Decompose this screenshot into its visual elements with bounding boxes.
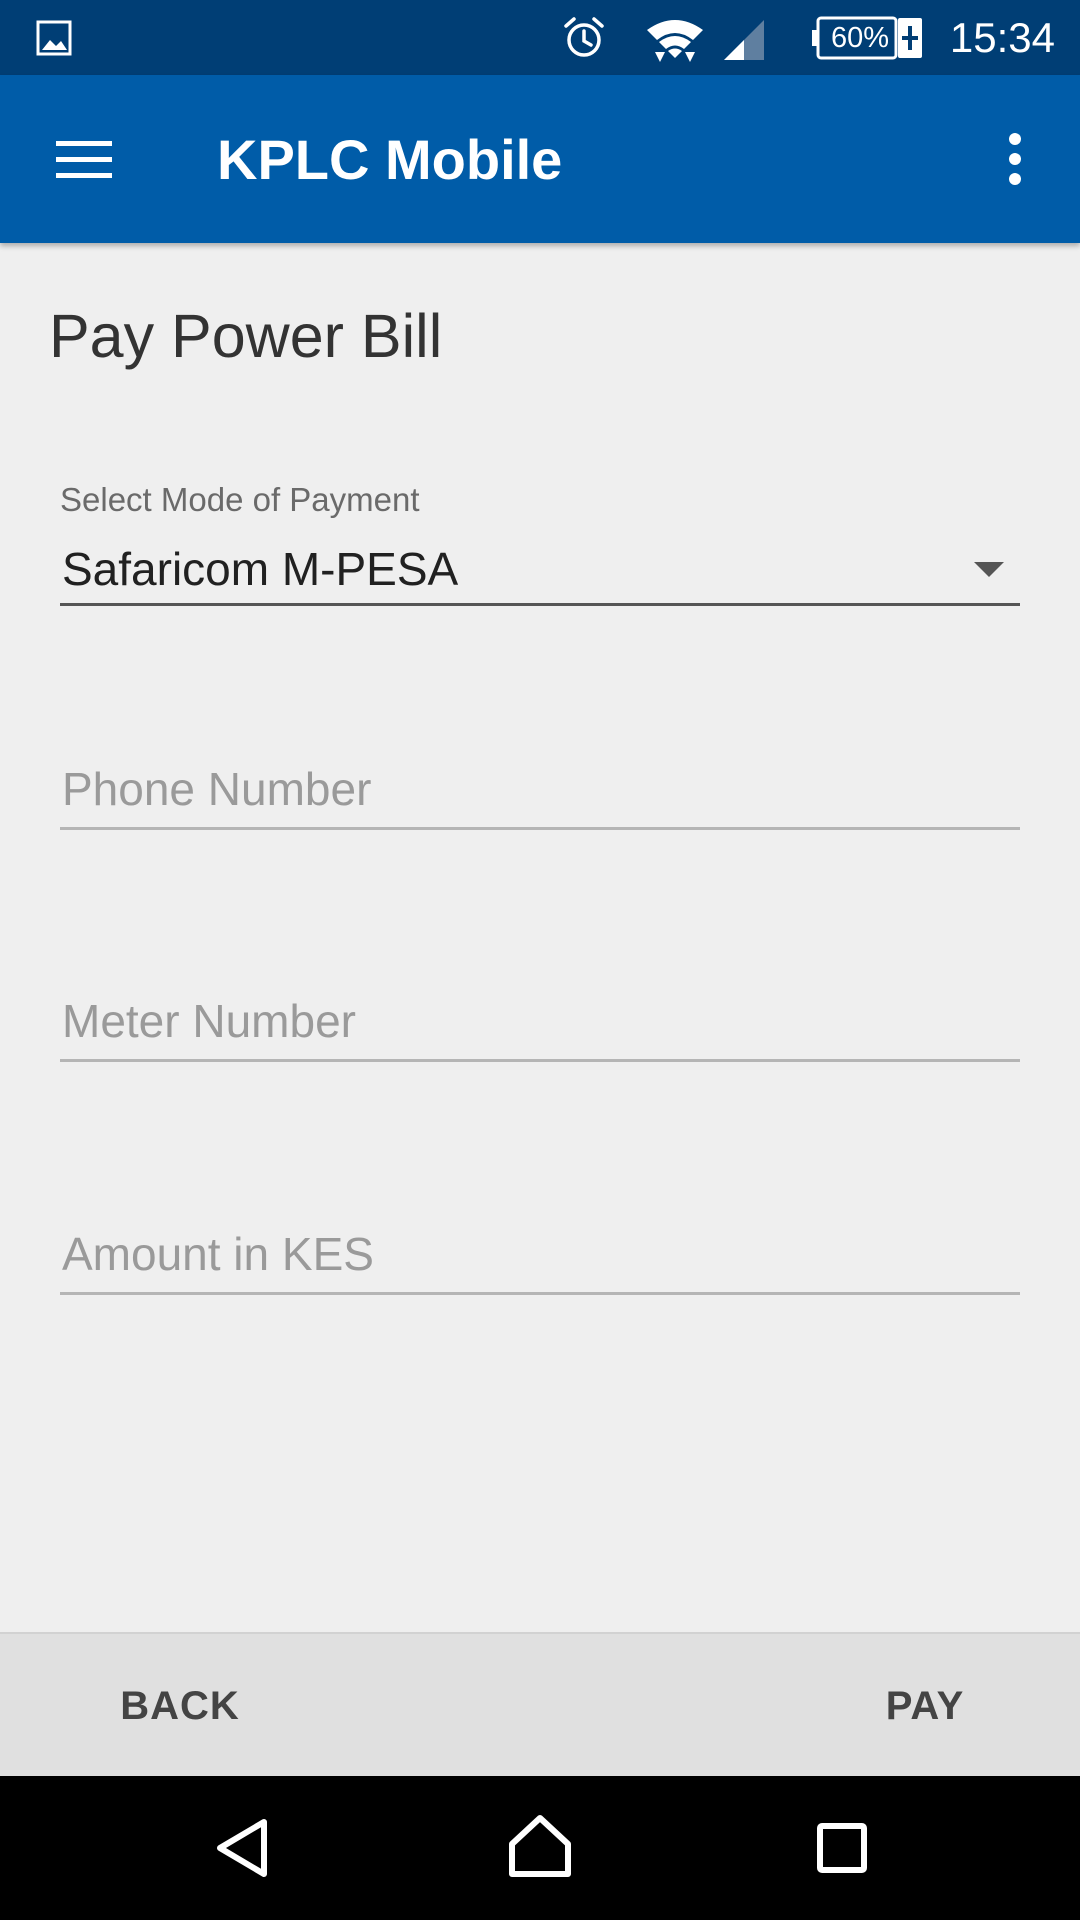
pay-button[interactable]: PAY bbox=[860, 1664, 990, 1748]
app-title: KPLC Mobile bbox=[217, 128, 563, 191]
overflow-menu-icon bbox=[1009, 133, 1021, 185]
status-bar: 60% 15:34 bbox=[0, 0, 1080, 75]
dropdown-arrow-icon bbox=[974, 562, 1004, 577]
back-triangle-icon[interactable] bbox=[206, 1812, 278, 1884]
wifi-icon bbox=[647, 20, 703, 62]
hamburger-menu-icon bbox=[56, 141, 112, 178]
back-button[interactable]: BACK bbox=[100, 1664, 260, 1748]
app-bar: KPLC Mobile bbox=[0, 75, 1080, 243]
amount-input[interactable] bbox=[60, 1223, 1020, 1295]
system-navigation-bar bbox=[0, 1776, 1080, 1920]
overflow-menu-button[interactable] bbox=[990, 119, 1040, 199]
payment-mode-label: Select Mode of Payment bbox=[60, 481, 420, 518]
gallery-icon bbox=[36, 20, 72, 56]
bottom-action-bar: BACK PAY bbox=[0, 1632, 1080, 1776]
cell-signal-icon bbox=[724, 20, 764, 60]
phone-number-input[interactable] bbox=[60, 758, 1020, 830]
battery-percent: 60% bbox=[830, 22, 890, 54]
recents-square-icon[interactable] bbox=[806, 1812, 878, 1884]
status-time: 15:34 bbox=[949, 14, 1055, 61]
alarm-icon bbox=[564, 17, 604, 57]
meter-number-input[interactable] bbox=[60, 990, 1020, 1062]
page-title: Pay Power Bill bbox=[49, 302, 443, 370]
hamburger-menu-button[interactable] bbox=[40, 119, 130, 199]
payment-mode-value: Safaricom M-PESA bbox=[62, 543, 459, 595]
payment-mode-dropdown[interactable]: Safaricom M-PESA bbox=[60, 536, 1020, 606]
home-icon[interactable] bbox=[504, 1810, 576, 1882]
